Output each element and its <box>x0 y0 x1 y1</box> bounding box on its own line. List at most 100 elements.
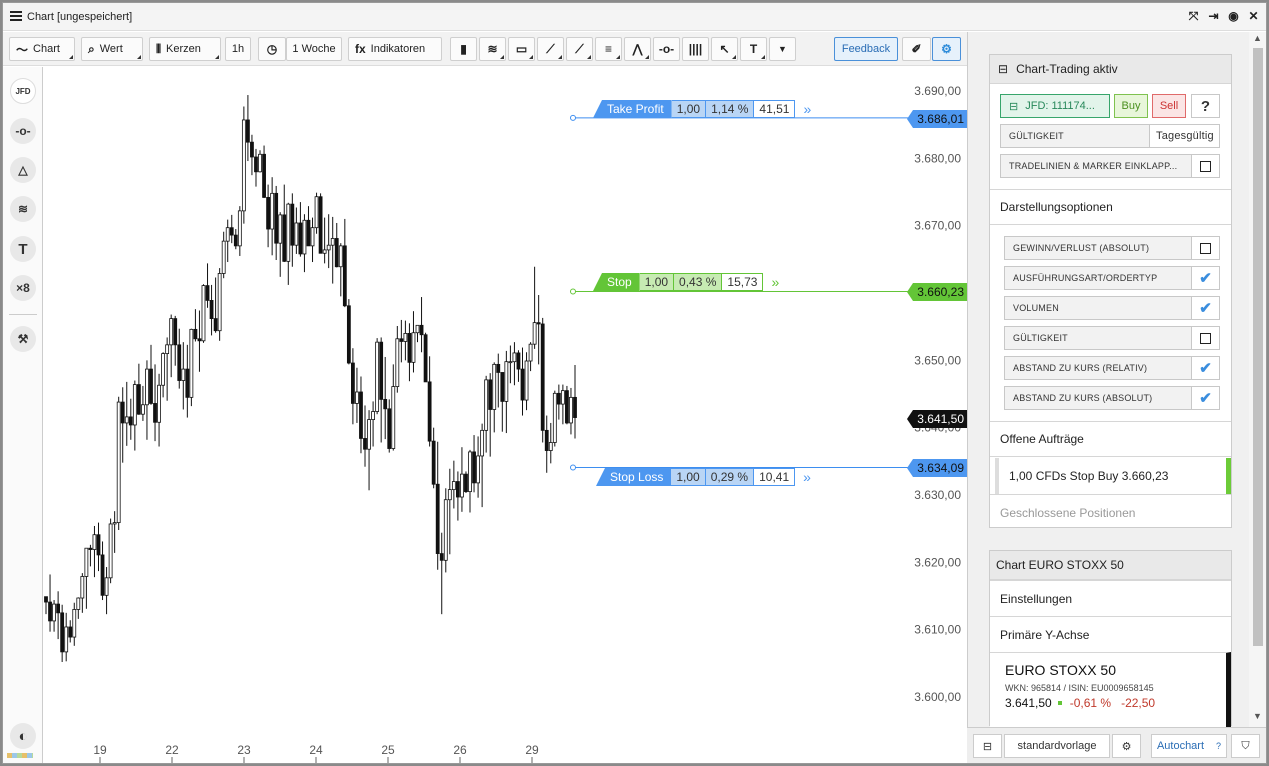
stop-loss-expand-icon[interactable]: » <box>803 468 811 486</box>
scroll-up-icon[interactable]: ▲ <box>1249 33 1266 47</box>
chart-area[interactable]: 3.690,003.680,003.670,003.660,003.650,00… <box>43 67 967 764</box>
text-tool-button[interactable]: T <box>740 37 767 61</box>
detach-icon[interactable]: ⇥ <box>1207 10 1220 23</box>
candle-body <box>233 234 238 247</box>
rectangle-button[interactable]: ▭ <box>508 37 535 61</box>
take-profit-expand-icon[interactable]: » <box>803 100 811 118</box>
settings-button[interactable]: ⚙ <box>932 37 961 61</box>
y-tick-label: 3.680,00 <box>914 151 961 165</box>
broom-button[interactable]: ✐ <box>902 37 931 61</box>
scroll-thumb[interactable] <box>1253 48 1263 646</box>
candle-body <box>141 404 145 415</box>
candles-label: Kerzen <box>166 43 201 55</box>
candle-body <box>355 391 359 404</box>
tools-button[interactable]: ⚒ <box>10 326 36 352</box>
scroll-down-icon[interactable]: ▼ <box>1249 711 1266 725</box>
option-checkbox[interactable] <box>1191 236 1220 260</box>
take-profit-dist: 41,51 <box>754 100 796 118</box>
channel-button[interactable]: ⟋ <box>566 37 593 61</box>
hamburger-menu-icon[interactable] <box>10 11 22 21</box>
bookmark-button[interactable]: ▮ <box>450 37 477 61</box>
hline-tool-button[interactable]: -o- <box>10 118 36 144</box>
wert-search-button[interactable]: ⌕ Wert <box>81 37 143 61</box>
primaere-y-achse-item[interactable]: Primäre Y-Achse <box>990 616 1231 652</box>
layout-icon: ⊟ <box>982 740 993 753</box>
interval-button[interactable]: 1h <box>225 37 251 61</box>
fibonacci-button[interactable]: ≋ <box>479 37 506 61</box>
fibonacci-tool-button[interactable]: ≋ <box>10 196 36 222</box>
stop-loss-order-label[interactable]: Stop Loss 1,00 0,29 % 10,41 » <box>596 468 811 486</box>
x-tick-label: 24 <box>309 743 323 757</box>
tradelinien-checkbox[interactable] <box>1191 154 1220 178</box>
candle-body <box>282 214 287 262</box>
darstellungsoptionen-header[interactable]: Darstellungsoptionen <box>990 189 1231 225</box>
chart-trading-header[interactable]: ⊟ Chart-Trading aktiv <box>990 55 1231 84</box>
option-checkbox[interactable]: ✔ <box>1191 266 1220 290</box>
chart-type-button[interactable]: 〜 Chart <box>9 37 75 61</box>
candle-body <box>100 554 105 596</box>
pointer-button[interactable]: ↖ <box>711 37 738 61</box>
vertical-lines-icon: |||| <box>688 42 703 56</box>
candle-body <box>540 323 545 431</box>
indicators-button[interactable]: fx Indikatoren <box>348 37 442 61</box>
candles-button[interactable]: ⫴ Kerzen <box>149 37 221 61</box>
candle-body <box>460 473 464 498</box>
clock-button[interactable]: ◷ <box>258 37 286 61</box>
pattern-tool-button[interactable]: △ <box>10 157 36 183</box>
close-icon[interactable]: ✕ <box>1247 10 1260 23</box>
horizontal-lines-button[interactable]: ≡ <box>595 37 622 61</box>
template-select[interactable]: standardvorlage <box>1004 734 1110 758</box>
vertical-lines-button[interactable]: |||| <box>682 37 709 61</box>
option-checkbox[interactable]: ✔ <box>1191 386 1220 410</box>
autochart-help-icon[interactable]: ? <box>1216 741 1221 751</box>
take-profit-order-label[interactable]: Take Profit 1,00 1,14 % 41,51 » <box>593 100 811 118</box>
hline-button[interactable]: -o- <box>653 37 680 61</box>
pattern-button[interactable]: ⋀ <box>624 37 651 61</box>
option-checkbox[interactable]: ✔ <box>1191 296 1220 320</box>
einstellungen-item[interactable]: Einstellungen <box>990 580 1231 616</box>
gueltigkeit-select[interactable]: Tagesgültig <box>1149 124 1220 148</box>
sell-button[interactable]: Sell <box>1152 94 1186 118</box>
instrument-card[interactable]: EURO STOXX 50 WKN: 965814 / ISIN: EU0009… <box>990 652 1231 727</box>
layout-button[interactable]: ⊟ <box>973 734 1002 758</box>
template-settings-button[interactable]: ⚙ <box>1112 734 1141 758</box>
offene-auftraege-header[interactable]: Offene Aufträge <box>990 421 1231 457</box>
take-profit-price-tag: 3.686,01 <box>907 110 967 128</box>
candlestick-chart[interactable]: 3.690,003.680,003.670,003.660,003.650,00… <box>43 67 967 764</box>
range-button[interactable]: 1 Woche <box>286 37 342 61</box>
text-tool-button-left[interactable]: T <box>10 236 36 262</box>
take-profit-qty: 1,00 <box>671 100 707 118</box>
buy-button[interactable]: Buy <box>1114 94 1148 118</box>
stop-expand-icon[interactable]: » <box>771 273 779 291</box>
autochart-button[interactable]: Autochart ? <box>1151 734 1227 758</box>
open-order-entry[interactable]: 1,00 CFDs Stop Buy 3.660,23 <box>995 458 1231 494</box>
candle-body <box>44 596 48 603</box>
stop-price-tag: 3.660,23 <box>907 283 967 301</box>
line-chart-icon: 〜 <box>16 42 29 57</box>
candle-body <box>342 245 347 307</box>
close-drawings-button[interactable]: ×8 <box>10 275 36 301</box>
more-dropdown-button[interactable]: ▼ <box>769 37 796 61</box>
theme-toggle-button[interactable]: ◐ <box>10 723 36 749</box>
geschlossene-positionen-header[interactable]: Geschlossene Positionen <box>990 494 1231 530</box>
tag-button[interactable]: ⛉ <box>1231 734 1260 758</box>
candle-body <box>177 344 182 381</box>
x-tick-label: 25 <box>381 743 395 757</box>
trendline-button[interactable]: ⟋ <box>537 37 564 61</box>
jfd-logo-button[interactable]: JFD <box>10 78 36 104</box>
account-button[interactable]: ⊟ JFD: 111174... <box>1000 94 1110 118</box>
help-button[interactable]: ? <box>1191 94 1220 118</box>
option-checkbox[interactable] <box>1191 326 1220 350</box>
feedback-button[interactable]: Feedback <box>834 37 898 61</box>
side-panel-scrollbar[interactable]: ▲ ▼ <box>1249 32 1266 727</box>
candle-body <box>379 341 384 400</box>
target-icon[interactable]: ◉ <box>1227 10 1240 23</box>
stop-order-label[interactable]: Stop 1,00 0,43 % 15,73 » <box>593 273 779 291</box>
x-tick-label: 22 <box>165 743 179 757</box>
option-checkbox[interactable]: ✔ <box>1191 356 1220 380</box>
chart-settings-header[interactable]: Chart EURO STOXX 50 <box>990 551 1231 580</box>
candle-body <box>64 626 69 653</box>
wallet-icon: ⊟ <box>998 62 1009 76</box>
fullscreen-icon[interactable]: ⤧ <box>1187 10 1200 23</box>
candle-body <box>484 379 489 431</box>
